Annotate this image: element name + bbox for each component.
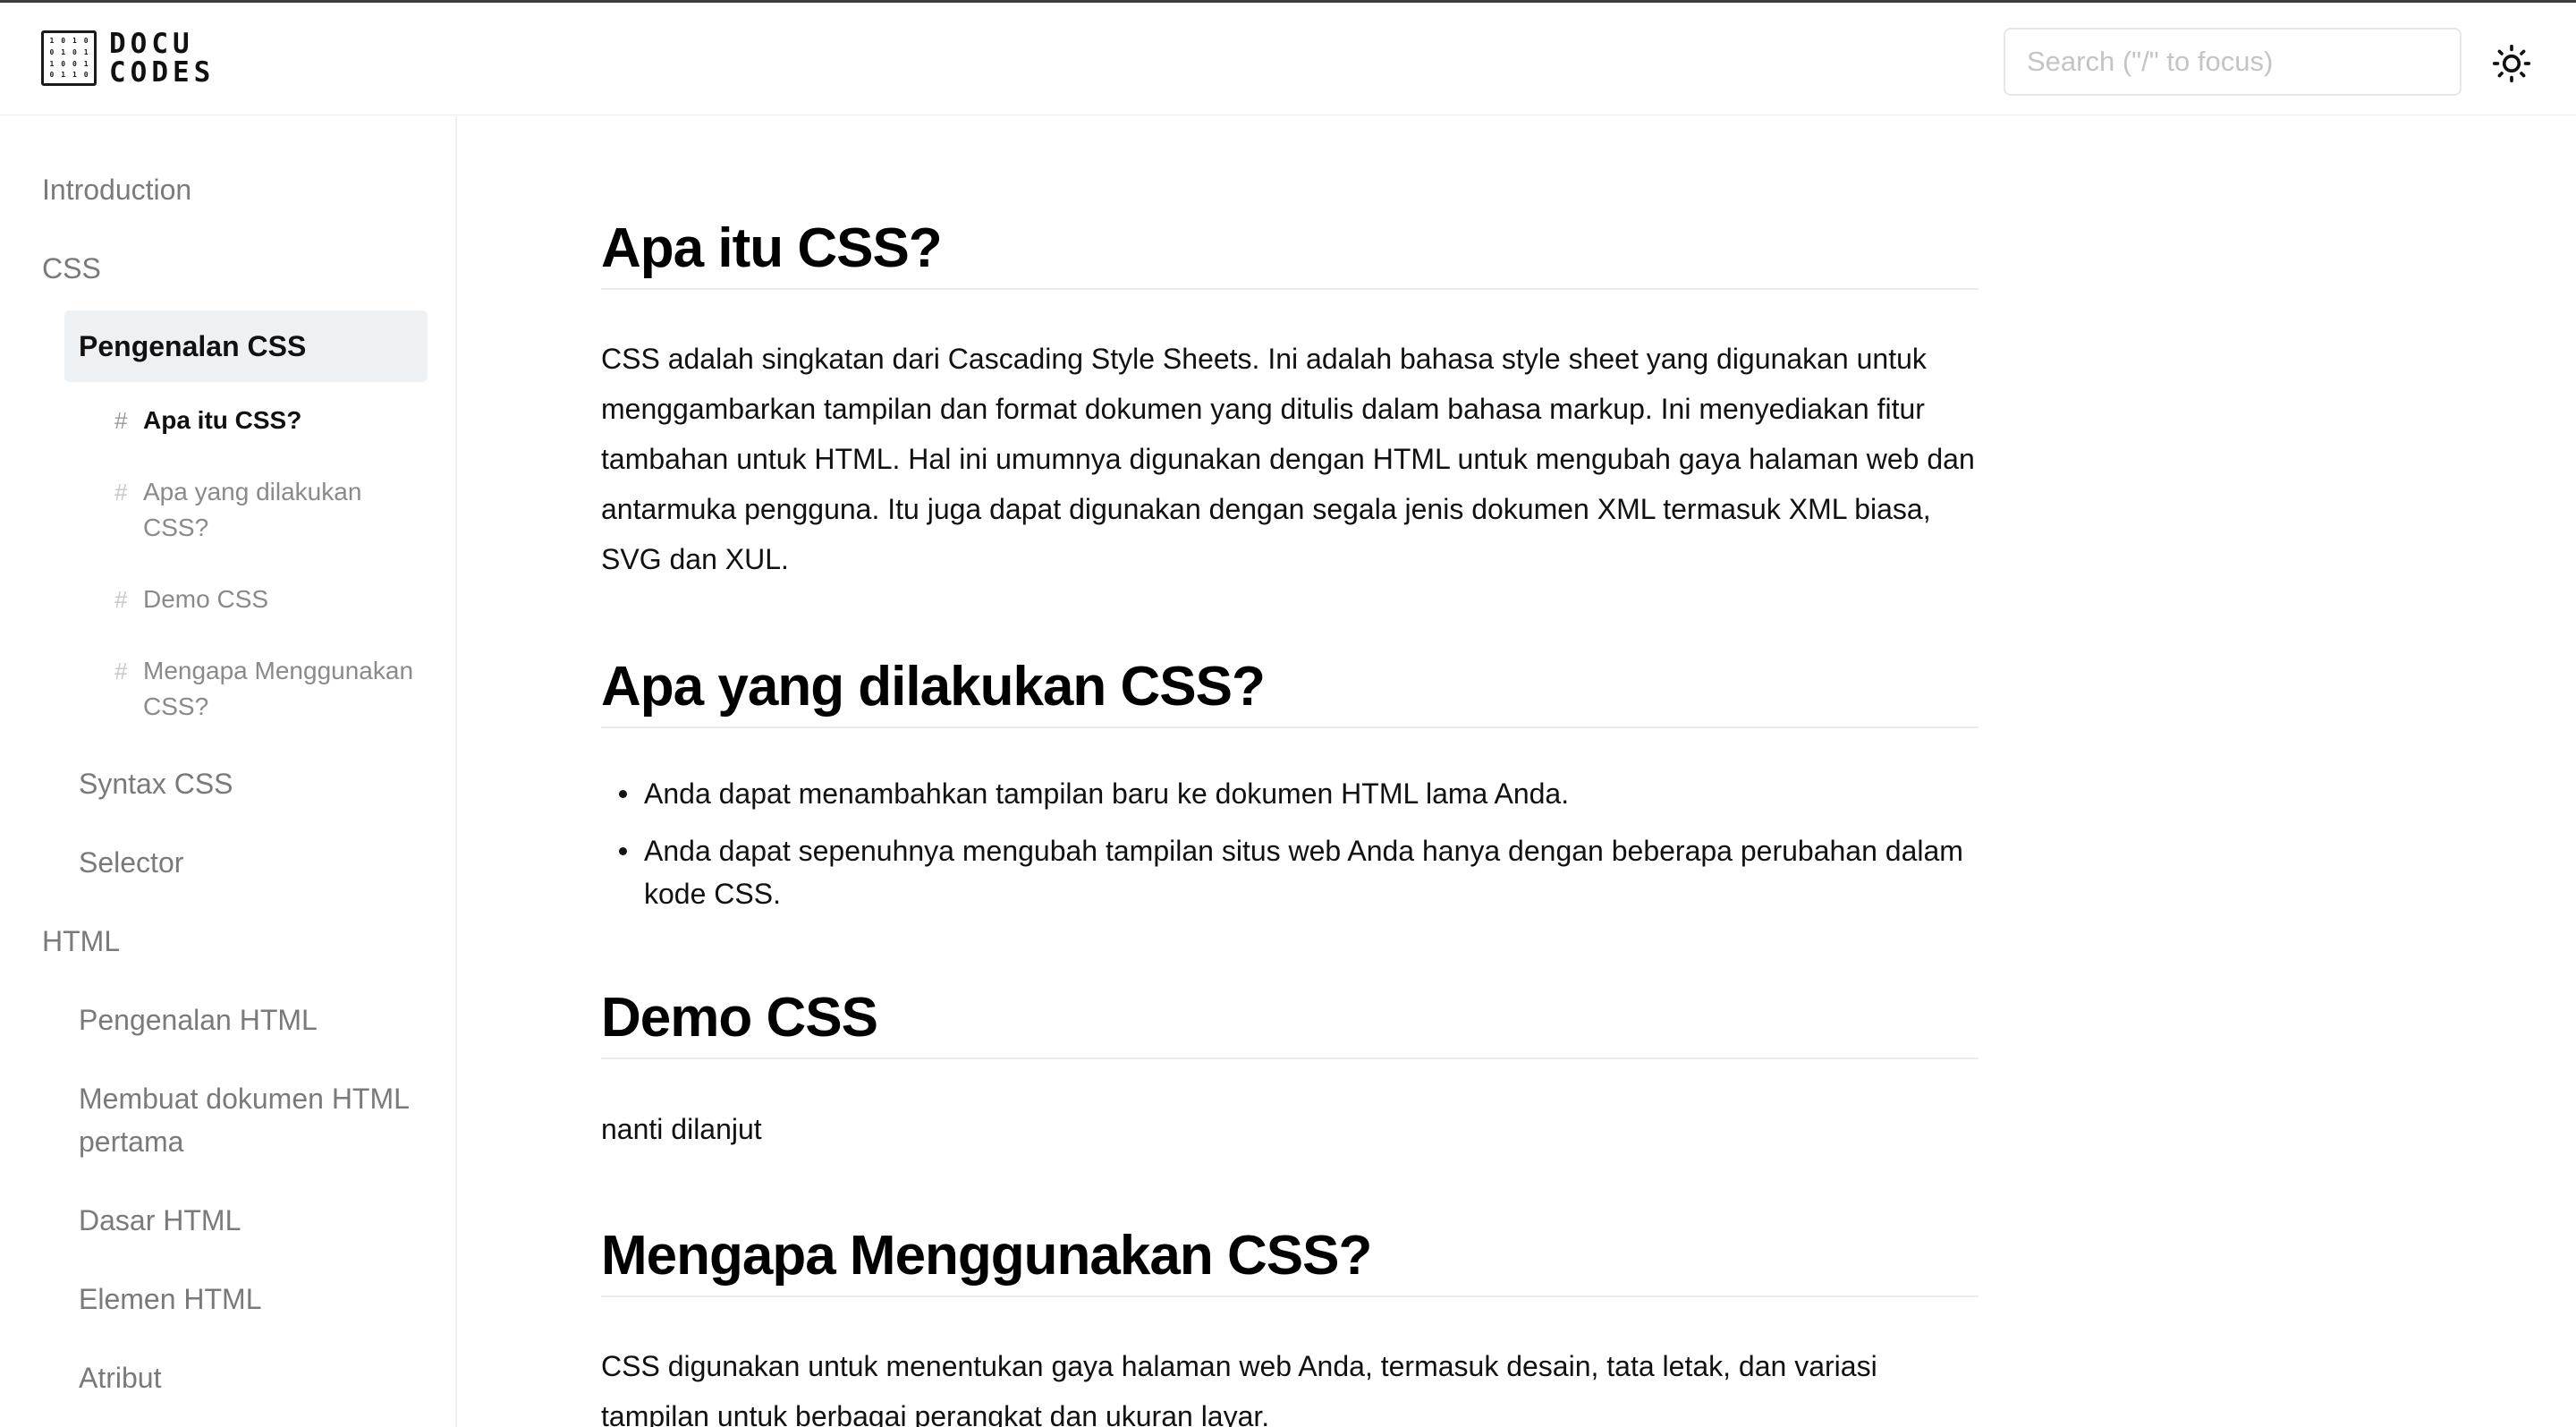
sidebar-item-selector[interactable]: Selector	[79, 841, 183, 884]
sidebar-item-css[interactable]: CSS	[42, 247, 101, 290]
sidebar-item-membuat-dokumen-html[interactable]: Membuat dokumen HTML pertama	[79, 1077, 419, 1163]
hash-icon: #	[114, 586, 128, 613]
hash-icon: #	[114, 658, 128, 684]
theme-toggle-button[interactable]	[2490, 42, 2533, 85]
toc-label: Apa yang dilakukan CSS?	[143, 478, 362, 541]
sidebar-item-html[interactable]: HTML	[42, 920, 120, 963]
toc-label: Mengapa Menggunakan CSS?	[143, 657, 414, 720]
toc-item-demo-css[interactable]: # Demo CSS	[114, 582, 419, 617]
hash-icon: #	[114, 479, 128, 505]
logo-wordmark: DOCU CODES	[109, 30, 215, 87]
bullet-list: Anda dapat menambahkan tampilan baru ke …	[601, 772, 1979, 930]
toc-item-mengapa-menggunakan-css[interactable]: # Mengapa Menggunakan CSS?	[114, 653, 419, 725]
sidebar-item-atribut[interactable]: Atribut	[79, 1356, 161, 1399]
sidebar-item-syntax-css[interactable]: Syntax CSS	[79, 762, 233, 805]
sidebar: Introduction CSS Pengenalan CSS # Apa it…	[0, 116, 457, 1427]
section-paragraph: nanti dilanjut	[601, 1113, 762, 1145]
list-item: Anda dapat menambahkan tampilan baru ke …	[601, 772, 1979, 815]
section-heading-mengapa-menggunakan-css: Mengapa Menggunakan CSS?	[601, 1222, 1979, 1297]
hash-icon: #	[114, 407, 128, 434]
toc-label: Apa itu CSS?	[143, 406, 302, 434]
site-logo[interactable]: 1 0 1 0 0 1 0 1 1 0 0 1 0 1 1 0 DOCU COD…	[41, 30, 215, 87]
list-item: Anda dapat sepenuhnya mengubah tampilan …	[601, 829, 1979, 915]
sun-icon	[2492, 44, 2531, 83]
sidebar-item-pengenalan-css[interactable]: Pengenalan CSS	[64, 310, 428, 382]
binary-logo-icon: 1 0 1 0 0 1 0 1 1 0 0 1 0 1 1 0	[41, 30, 97, 86]
section-heading-apa-itu-css: Apa itu CSS?	[601, 215, 1979, 290]
toc-label: Demo CSS	[143, 585, 269, 613]
top-navbar: 1 0 1 0 0 1 0 1 1 0 0 1 0 1 1 0 DOCU COD…	[0, 3, 2576, 115]
sidebar-item-pengenalan-html[interactable]: Pengenalan HTML	[79, 998, 318, 1041]
sidebar-item-elemen-html[interactable]: Elemen HTML	[79, 1278, 262, 1321]
toc-item-apa-itu-css[interactable]: # Apa itu CSS?	[114, 403, 419, 438]
sidebar-item-introduction[interactable]: Introduction	[42, 168, 191, 211]
section-paragraph: CSS digunakan untuk menentukan gaya hala…	[601, 1350, 1877, 1427]
section-heading-apa-yang-dilakukan-css: Apa yang dilakukan CSS?	[601, 653, 1979, 728]
search-input[interactable]	[2004, 28, 2462, 96]
logo-line-1: DOCU	[109, 28, 194, 60]
logo-line-2: CODES	[109, 56, 216, 89]
toc-item-apa-yang-dilakukan-css[interactable]: # Apa yang dilakukan CSS?	[114, 474, 419, 546]
section-paragraph: CSS adalah singkatan dari Cascading Styl…	[601, 343, 1975, 575]
section-heading-demo-css: Demo CSS	[601, 984, 1979, 1059]
sidebar-item-dasar-html[interactable]: Dasar HTML	[79, 1199, 241, 1242]
